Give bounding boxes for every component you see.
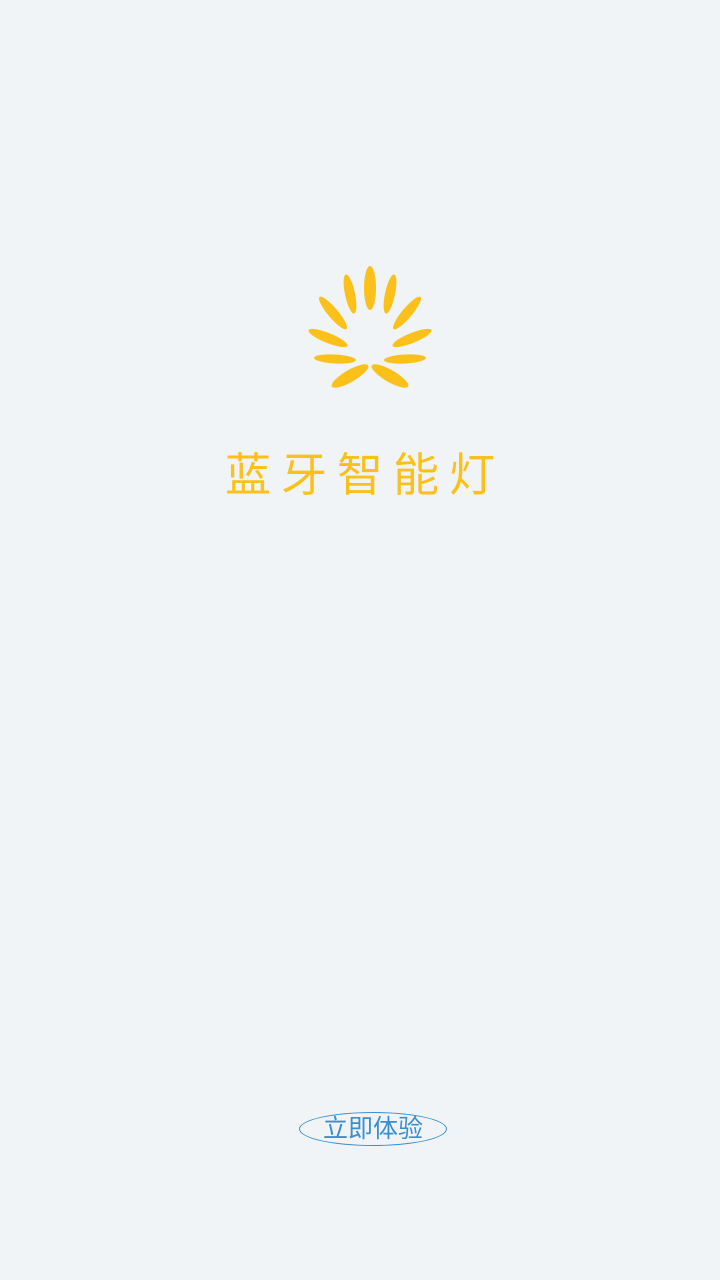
lotus-flower-icon [308,266,432,388]
start-experience-button[interactable]: 立即体验 [299,1112,447,1146]
app-title: 蓝牙智能灯 [225,448,505,502]
lotus-petal [392,328,432,348]
lotus-petal [343,274,357,314]
lotus-petal [331,364,369,388]
lotus-petal [318,296,348,330]
splash-screen: 蓝牙智能灯 立即体验 [0,0,720,1280]
lotus-petal [314,354,356,364]
lotus-petal [384,354,426,364]
lotus-petal [392,296,422,330]
lotus-petal [308,328,348,348]
lotus-petal [364,266,376,310]
lotus-petal [371,364,409,388]
lotus-petal [383,274,397,314]
